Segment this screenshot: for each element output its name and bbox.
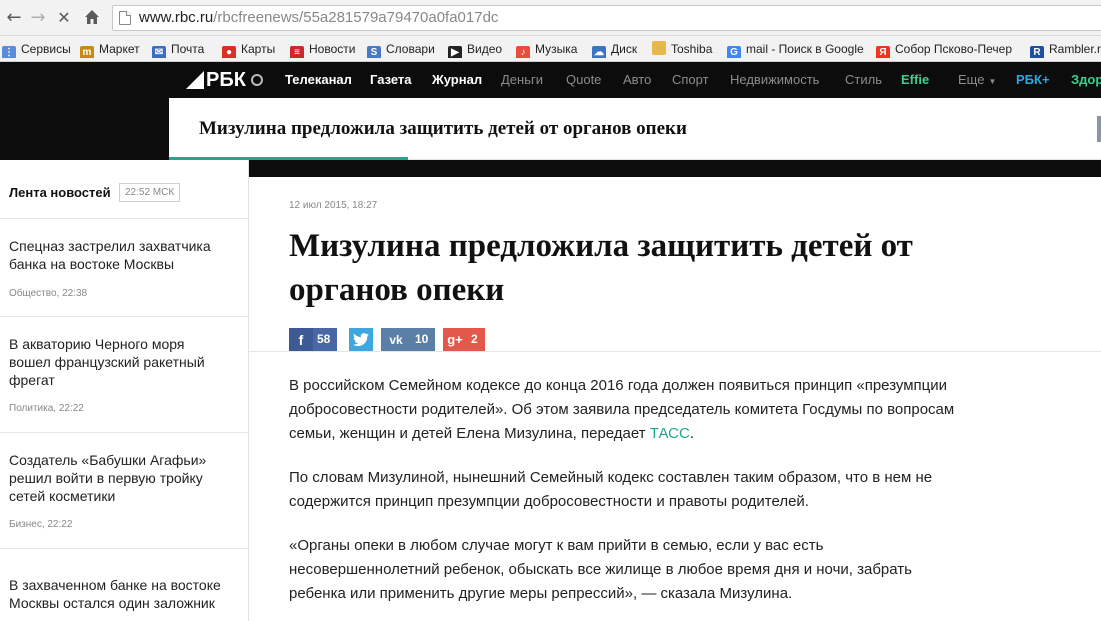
topnav-item-4[interactable]: Quote [566,62,601,98]
topnav-item-10[interactable]: Еще ▼ [958,62,996,98]
video-icon: ▶ [448,46,462,58]
globe-icon[interactable] [250,74,263,86]
url-text[interactable]: www.rbc.ru/rbcfreenews/55a281579a79470a0… [139,9,498,26]
site-header: РБК Телеканал Газета Журнал Деньги Quote Авто… [0,62,1101,98]
bookmark-4[interactable]: ≡ Новости [290,40,362,58]
header-dark-strip [249,160,1101,177]
google-icon: G [727,46,741,58]
topnav-item-9[interactable]: Effie [901,62,929,98]
news-item-title[interactable]: Создатель «Бабушки Агафьи» решил войти в… [9,451,229,505]
map-pin-icon: ● [222,46,236,58]
music-icon: ♪ [516,46,530,58]
bookmarks-bar: ⋮ Сервисы m Маркет ✉ Почта ● Карты ≡ Новости S Слов… [0,36,1101,62]
facebook-icon: f [289,328,313,351]
news-item[interactable]: В акваторию Черного моря вошел французск… [0,316,248,432]
topnav-item-8[interactable]: Стиль [845,62,882,98]
bookmark-6[interactable]: ▶ Видео [448,40,512,58]
tass-source-link[interactable]: ТАСС [650,425,690,442]
news-item-meta: Общество, 22:38 [9,288,88,299]
twitter-icon [349,328,373,351]
bookmark-11[interactable]: Я Собор Псково-Печер [876,40,1022,58]
arrow-right-icon[interactable]: → [28,8,48,28]
news-item-title[interactable]: В акваторию Черного моря вошел французск… [9,335,229,389]
mail-icon: ✉ [152,46,166,58]
news-item[interactable]: Создатель «Бабушки Агафьи» решил войти в… [0,432,248,548]
topnav-item-0[interactable]: Телеканал [285,62,352,98]
apps-grid-icon: ⋮ [2,46,16,58]
yandex-icon: Я [876,46,890,58]
bookmark-10[interactable]: Gmail - Поиск в Google [727,40,867,58]
topnav-item-2[interactable]: Журнал [432,62,482,98]
close-icon[interactable]: ✕ [54,8,74,28]
address-bar[interactable]: www.rbc.ru/rbcfreenews/55a281579a79470a0… [112,5,1101,31]
market-icon: m [80,46,94,58]
feed-time-badge: 22:52 МСК [119,183,181,202]
google-plus-share-button[interactable]: g+ 2 [443,328,485,351]
vk-icon: vk [389,332,403,347]
bookmark-12[interactable]: RRambler.ru [1030,40,1101,58]
twitter-share-button[interactable] [349,328,373,351]
bookmark-7[interactable]: ♪ Музыка [516,40,588,58]
news-feed-sidebar: Лента новостей 22:52 МСК Спецназ застрел… [0,160,249,621]
home-icon[interactable] [82,8,102,28]
article-title: Мизулина предложила защитить детей от ор… [289,228,913,308]
facebook-share-button[interactable]: f 58 [289,328,338,351]
share-edge-tab[interactable] [1097,116,1101,142]
folder-icon [652,41,666,55]
page-icon [119,11,131,25]
sticky-title-bar: Мизулина предложила защитить детей от ор… [0,98,1101,160]
article-paragraph: «Органы опеки в любом случае могут к вам… [289,537,912,602]
disk-icon: ☁ [592,46,606,58]
article-date: 12 июл 2015, 18:27 [289,200,378,211]
arrow-left-icon[interactable]: ← [4,8,24,28]
news-item[interactable]: Спецназ застрелил захватчика банка на во… [0,218,248,316]
rambler-icon: R [1030,46,1044,58]
article-paragraph: По словам Мизулиной, нынешний Семейный к… [289,469,933,510]
topnav-item-6[interactable]: Спорт [672,62,709,98]
topnav-item-5[interactable]: Авто [623,62,651,98]
browser-toolbar: ← → ✕ www.rbc.ru/rbcfreenews/55a281579a7… [0,0,1101,36]
sticky-article-title: Мизулина предложила защитить детей от ор… [199,118,687,139]
header-left-block [0,98,169,160]
news-icon: ≡ [290,46,304,58]
topnav-item-3[interactable]: Деньги [501,62,543,98]
news-item-meta: Бизнес, 22:22 [9,519,73,530]
news-item[interactable]: В захваченном банке на востоке Москвы ос… [0,548,248,621]
rbc-logo[interactable]: РБК [186,69,263,91]
google-plus-icon: g+ [447,332,463,347]
bookmark-3[interactable]: ● Карты [222,40,286,58]
bookmark-8[interactable]: ☁ Диск [592,40,648,58]
news-item-title[interactable]: В захваченном банке на востоке Москвы ос… [9,576,229,612]
logo-mark-icon [186,71,204,89]
dictionary-icon: S [367,46,381,58]
bookmark-1[interactable]: m Маркет [80,40,148,58]
topnav-item-1[interactable]: Газета [370,62,412,98]
article-divider [249,351,1101,352]
feed-heading[interactable]: Лента новостей [9,185,111,200]
topnav-item-11[interactable]: РБК+ [1016,62,1050,98]
vk-share-button[interactable]: vk 10 [381,328,436,351]
bookmark-5[interactable]: S Словари [367,40,443,58]
caret-down-icon: ▼ [988,77,997,86]
topnav-item-12[interactable]: Здор [1071,62,1101,98]
bookmark-9[interactable]: Toshiba [652,40,722,58]
bookmark-0[interactable]: ⋮ Сервисы [2,40,76,58]
article-paragraph: В российском Семейном кодексе до конца 2… [289,377,955,442]
news-item-meta: Политика, 22:22 [9,403,84,414]
bookmark-2[interactable]: ✉ Почта [152,40,218,58]
news-item-title[interactable]: Спецназ застрелил захватчика банка на во… [9,237,229,273]
topnav-item-7[interactable]: Недвижимость [730,62,819,98]
